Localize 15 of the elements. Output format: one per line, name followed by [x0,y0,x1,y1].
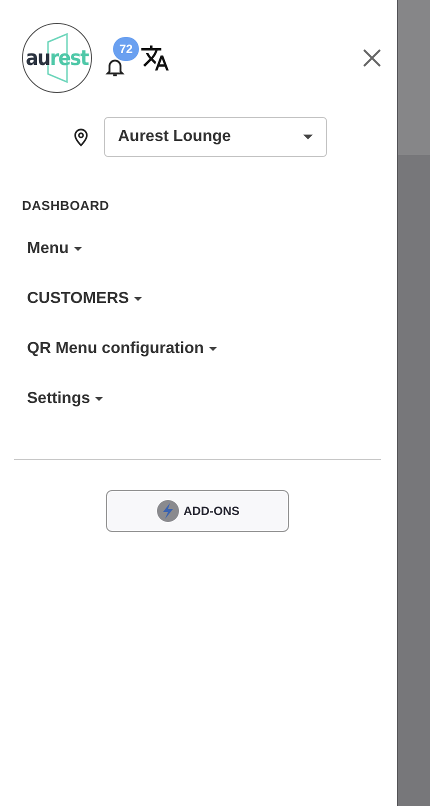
caret-icon [208,344,218,354]
nav-item[interactable]: CUSTOMERS [27,287,143,311]
caret-icon [132,294,143,304]
close-icon[interactable] [361,47,383,69]
nav-item[interactable]: Menu [27,237,83,261]
lightning-icon [156,499,180,523]
translate-icon[interactable] [140,43,170,73]
nav-item[interactable]: QR Menu configuration [27,337,218,361]
notification-badge: 72 [113,37,139,61]
location-select[interactable]: Aurest Lounge [104,117,327,157]
nav-item[interactable]: Settings [27,387,104,411]
caret-icon [94,394,104,404]
section-heading: DASHBOARD [22,198,110,213]
caret-icon [72,244,83,254]
add-ons-button[interactable]: ADD-ONS [106,490,289,532]
